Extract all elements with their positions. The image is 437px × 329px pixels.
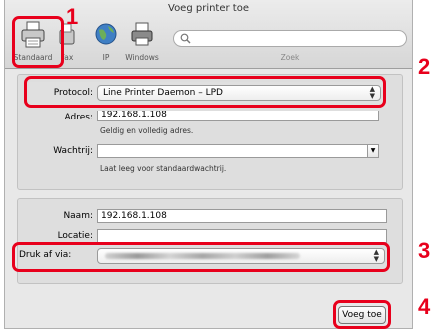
windows-printer-icon [131, 22, 153, 46]
add-printer-window: Voeg printer toe Standaard Fax IP Window… [4, 0, 413, 329]
queue-input[interactable] [97, 144, 368, 158]
location-input[interactable] [97, 229, 387, 243]
queue-hint: Laat leeg voor standaardwachtrij. [100, 164, 227, 173]
toolbar-windows-button[interactable]: Windows [121, 18, 163, 64]
toolbar-ip-button[interactable]: IP [91, 18, 121, 64]
name-input[interactable]: 192.168.1.108 [97, 209, 387, 223]
callout-box-4 [333, 300, 391, 329]
search-field[interactable] [173, 30, 407, 47]
search-icon [180, 33, 191, 44]
chevron-down-icon: ▼ [370, 147, 376, 154]
search-label: Zoek [280, 53, 300, 62]
callout-number-4: 4 [418, 294, 431, 319]
callout-box-3 [12, 242, 390, 272]
name-label: Naam: [63, 211, 93, 221]
address-input[interactable]: 192.168.1.108 [97, 111, 379, 121]
globe-icon [95, 23, 117, 45]
queue-label: Wachtrij: [53, 146, 93, 156]
callout-number-1: 1 [66, 4, 79, 29]
callout-number-2: 2 [418, 54, 431, 79]
callout-box-2 [24, 76, 386, 108]
callout-box-1 [12, 16, 64, 68]
toolbar-windows-label: Windows [125, 53, 159, 62]
address-label: Adres: [64, 113, 93, 119]
address-hint: Geldig en volledig adres. [100, 126, 194, 135]
toolbar-ip-label: IP [102, 53, 110, 62]
location-label: Locatie: [57, 231, 93, 241]
callout-number-3: 3 [418, 238, 431, 263]
queue-dropdown-button[interactable]: ▼ [367, 144, 379, 158]
